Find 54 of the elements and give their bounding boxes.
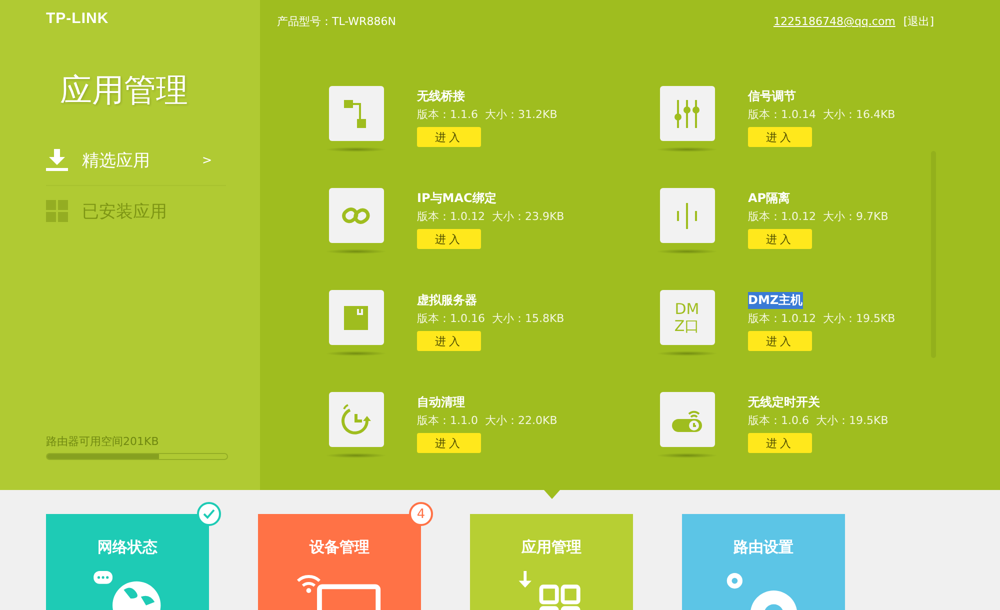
app-name: DMZ主机 <box>748 292 803 309</box>
download-icon <box>46 149 68 171</box>
app-tile[interactable] <box>660 188 714 243</box>
nav-tile[interactable]: 网络状态 <box>46 514 209 610</box>
enter-button[interactable]: 进入 <box>748 433 812 453</box>
sidebar-item[interactable]: 精选应用 <box>82 148 188 172</box>
grid-icon <box>46 200 68 222</box>
app-name: AP隔离 <box>748 190 790 207</box>
app-tile[interactable] <box>328 290 384 345</box>
app-info: 版本：1.0.16 大小：15.8KB <box>417 311 564 326</box>
sliders-icon <box>674 100 700 128</box>
enter-button[interactable]: 进入 <box>417 229 481 249</box>
enter-button[interactable]: 进入 <box>417 127 481 147</box>
enter-button[interactable]: 进入 <box>748 127 812 147</box>
check-badge-icon <box>197 502 221 526</box>
nav-tile[interactable]: 应用管理 <box>470 514 633 610</box>
app-info: 版本：1.0.14 大小：16.4KB <box>748 107 896 122</box>
app-info: 版本：1.0.6 大小：19.5KB <box>748 413 888 428</box>
account-link[interactable]: 1225186748@qq.com <box>773 15 896 28</box>
logout-link[interactable]: [退出] <box>903 14 934 29</box>
app-name: IP与MAC绑定 <box>417 190 496 207</box>
brand-logo: TP-LINK <box>46 10 109 27</box>
chevron-icon: > <box>202 153 212 167</box>
app-info: 版本：1.1.6 大小：31.2KB <box>417 107 558 122</box>
dmz-icon-text: DM Z口 <box>674 300 700 334</box>
app-name: 信号调节 <box>748 88 796 105</box>
nav-tile[interactable]: 路由设置 <box>682 514 845 610</box>
storage-label: 路由器可用空间201KB <box>46 434 160 449</box>
app-tile[interactable] <box>328 86 384 141</box>
app-name: 虚拟服务器 <box>417 292 477 309</box>
app-name: 无线定时开关 <box>748 394 820 411</box>
app-info: 版本：1.0.12 大小：23.9KB <box>417 209 564 224</box>
floppy-icon <box>344 306 368 330</box>
app-tile[interactable] <box>660 86 714 141</box>
app-name: 自动清理 <box>417 394 465 411</box>
flowchart-icon <box>344 100 368 128</box>
app-info: 版本：1.0.12 大小：19.5KB <box>748 311 896 326</box>
bars-icon <box>677 202 697 228</box>
app-tile[interactable] <box>328 188 384 243</box>
app-tile[interactable] <box>660 392 714 447</box>
enter-button[interactable]: 进入 <box>748 229 812 249</box>
enter-button[interactable]: 进入 <box>417 433 481 453</box>
app-info: 版本：1.1.0 大小：22.0KB <box>417 413 558 428</box>
app-tile[interactable]: DM Z口 <box>660 290 714 345</box>
app-info: 版本：1.0.12 大小：9.7KB <box>748 209 888 224</box>
enter-button[interactable]: 进入 <box>748 331 812 351</box>
enter-button[interactable]: 进入 <box>417 331 481 351</box>
model-label: 产品型号：TL-WR886N <box>277 14 397 29</box>
link-icon <box>342 206 370 226</box>
count-badge: 4 <box>409 502 433 526</box>
page-title: 应用管理 <box>60 70 188 111</box>
app-name: 无线桥接 <box>417 88 465 105</box>
app-tile[interactable] <box>328 392 384 447</box>
clock-refresh-icon <box>339 402 373 436</box>
